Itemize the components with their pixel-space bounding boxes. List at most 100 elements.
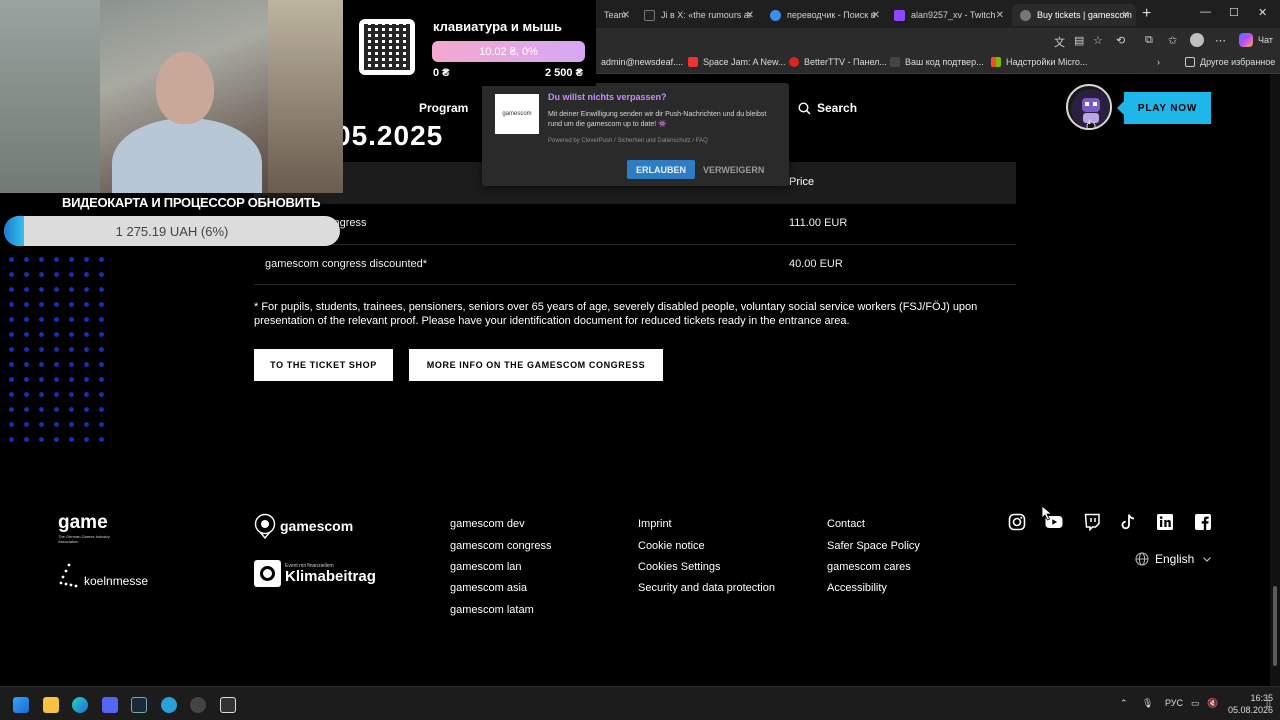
gamescom-pin-icon — [254, 513, 276, 539]
obs-icon[interactable] — [190, 697, 206, 713]
bookmark-label: BetterTTV - Панел... — [804, 57, 887, 67]
capcut-icon[interactable] — [220, 697, 236, 713]
footer-link-gamescom-cares[interactable]: gamescom cares — [827, 561, 911, 573]
more-icon[interactable]: ⋯ — [1215, 34, 1226, 47]
profile-avatar[interactable] — [1190, 33, 1204, 47]
klima-title: Klimabeitrag — [285, 567, 376, 585]
koelnmesse-logo[interactable]: koelnmesse — [58, 562, 148, 588]
x-icon — [644, 9, 655, 21]
klimabeitrag-badge[interactable]: Event mit finanziellem Klimabeitrag — [254, 560, 376, 587]
close-icon[interactable]: ✕ — [996, 10, 1004, 21]
split-icon[interactable]: ⧉ — [1145, 34, 1153, 47]
facebook-icon[interactable] — [1194, 513, 1212, 531]
tab-gamescom[interactable]: Buy tickets | gamescom ✕ — [1012, 4, 1136, 26]
edge-icon[interactable] — [72, 697, 88, 713]
copilot-icon[interactable] — [1239, 33, 1253, 47]
bookmark-microsoft[interactable]: Надстройки Micro... — [991, 57, 1087, 67]
telegram-icon[interactable] — [161, 697, 177, 713]
input-language[interactable]: РУС — [1165, 698, 1183, 708]
page-scrollbar[interactable] — [1270, 74, 1280, 686]
instagram-icon[interactable] — [1008, 513, 1026, 531]
bookmark-label: Space Jam: A New... — [703, 57, 786, 67]
tiktok-icon[interactable] — [1119, 513, 1137, 531]
allow-button[interactable]: ERLAUBEN — [627, 160, 695, 179]
footer-link-cookie-settings[interactable]: Cookies Settings — [638, 561, 721, 573]
tab-twitch[interactable]: alan9257_xv - Twitch ✕ — [886, 4, 1010, 26]
ticket-price: 111.00 EUR — [789, 217, 848, 229]
scrollbar-thumb[interactable] — [1273, 586, 1277, 666]
chevron-right-icon[interactable]: › — [1157, 57, 1160, 67]
nav-search[interactable]: Search — [798, 101, 857, 115]
bookmark-betterttv[interactable]: BetterTTV - Панел... — [789, 57, 887, 67]
ticket-price: 40.00 EUR — [789, 258, 843, 270]
bookmark-admin[interactable]: admin@newsdeaf.... — [586, 57, 683, 67]
bookmark-label: Надстройки Micro... — [1006, 57, 1088, 67]
game-logo[interactable]: game The German Games Industry Associati… — [58, 512, 122, 544]
footer-link-gamescom-latam[interactable]: gamescom latam — [450, 604, 534, 616]
gpu-goal-title: ВИДЕОКАРТА И ПРОЦЕССОР ОБНОВИТЬ — [62, 195, 321, 210]
search-label: Search — [817, 101, 858, 115]
minimize-button[interactable]: — — [1200, 6, 1211, 18]
footer-link-cookie-notice[interactable]: Cookie notice — [638, 540, 705, 552]
windows-start-icon[interactable] — [13, 697, 29, 713]
favorites-icon[interactable]: ✩ — [1168, 34, 1177, 47]
extensions-icon[interactable]: ⟲ — [1116, 34, 1125, 47]
volume-muted-icon[interactable]: 🔇 — [1207, 698, 1218, 709]
chevron-up-icon[interactable]: ⌃ — [1120, 698, 1128, 709]
close-icon[interactable]: ✕ — [1122, 10, 1130, 21]
display-icon[interactable]: ▭ — [1191, 698, 1200, 709]
mascot-avatar[interactable]: 1 — [1066, 84, 1112, 130]
star-icon[interactable]: ☆ — [1093, 34, 1103, 47]
twitch-icon[interactable] — [1083, 513, 1101, 531]
language-selector[interactable]: English — [1135, 552, 1218, 566]
footer-link-gamescom-dev[interactable]: gamescom dev — [450, 518, 525, 530]
popup-meta-links[interactable]: Powered by CleverPush / Sicherheit und D… — [548, 138, 708, 144]
steam-icon[interactable] — [131, 697, 147, 713]
deny-button[interactable]: VERWEIGERN — [703, 160, 764, 179]
footer-link-gamescom-congress[interactable]: gamescom congress — [450, 540, 552, 552]
gamescom-logo[interactable]: gamescom — [254, 513, 353, 539]
new-tab-button[interactable]: + — [1142, 5, 1151, 23]
translate-icon[interactable]: 文 — [1054, 34, 1065, 50]
notifications-icon[interactable]: ▯ — [1266, 698, 1271, 709]
bookmark-code[interactable]: Ваш код подтвер... — [890, 57, 984, 67]
footer-link-safer-space[interactable]: Safer Space Policy — [827, 540, 920, 552]
close-icon[interactable]: ✕ — [746, 10, 754, 21]
ticket-shop-button[interactable]: TO THE TICKET SHOP — [254, 349, 393, 381]
bookmark-other[interactable]: Другое избранное — [1185, 57, 1275, 67]
donation-goal-max: 2 500 ₴ — [545, 67, 583, 79]
donation-goal-title: клавиатура и мышь — [433, 19, 563, 34]
folder-icon — [1185, 57, 1195, 67]
close-icon[interactable]: ✕ — [872, 10, 880, 21]
file-explorer-icon[interactable] — [43, 697, 59, 713]
footer-link-security[interactable]: Security and data protection — [638, 582, 775, 594]
game-logo-subtitle: The German Games Industry Association — [58, 534, 110, 544]
footer-link-gamescom-lan[interactable]: gamescom lan — [450, 561, 522, 573]
chat-label[interactable]: Чат — [1258, 35, 1273, 45]
tab-translator[interactable]: переводчик - Поиск в ✕ — [762, 4, 886, 26]
close-window-button[interactable]: ✕ — [1258, 6, 1267, 19]
footer-link-gamescom-asia[interactable]: gamescom asia — [450, 582, 527, 594]
search-icon — [798, 101, 811, 115]
footer-link-accessibility[interactable]: Accessibility — [827, 582, 887, 594]
gpu-goal-progress-text: 1 275.19 UAH (6%) — [115, 223, 229, 239]
footer-link-contact[interactable]: Contact — [827, 518, 865, 530]
gamescom-logo: gamescom — [495, 94, 539, 134]
tab-label: переводчик - Поиск в — [787, 10, 876, 20]
bookmark-spacejam[interactable]: Space Jam: A New... — [688, 57, 786, 67]
congress-info-button[interactable]: MORE INFO ON THE GAMESCOM CONGRESS — [409, 349, 663, 381]
close-icon[interactable]: ✕ — [622, 10, 630, 21]
microphone-icon[interactable]: 🎙 — [1142, 698, 1153, 709]
footer-link-imprint[interactable]: Imprint — [638, 518, 672, 530]
push-permission-popup: gamescom Du willst nichts verpassen? Mit… — [482, 83, 789, 186]
maximize-button[interactable]: ☐ — [1229, 6, 1239, 19]
play-now-button[interactable]: PLAY NOW — [1117, 92, 1211, 124]
donation-goal-min: 0 ₴ — [433, 67, 450, 79]
nav-program[interactable]: Program — [419, 101, 468, 115]
reader-icon[interactable]: ▤ — [1074, 34, 1084, 47]
linkedin-icon[interactable] — [1156, 513, 1174, 531]
tab-team[interactable]: Team ✕ — [596, 4, 636, 26]
discord-icon[interactable] — [102, 697, 118, 713]
tab-x[interactable]: Ji в X: «the rumours are ✕ — [636, 4, 760, 26]
language-label: English — [1155, 552, 1195, 566]
